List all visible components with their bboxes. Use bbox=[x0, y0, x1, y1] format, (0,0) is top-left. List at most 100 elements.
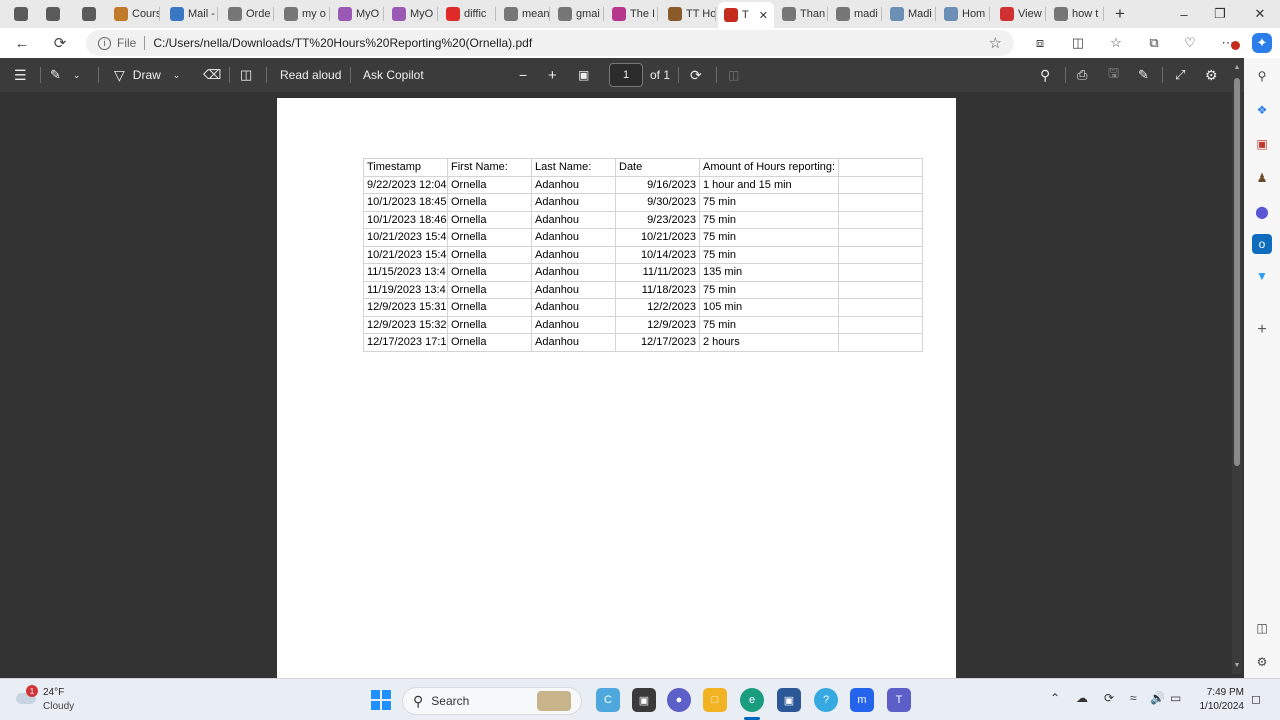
sidebar-add-icon[interactable]: + bbox=[1252, 320, 1272, 340]
split-screen-icon[interactable]: ◫ bbox=[1068, 33, 1088, 53]
rotate-icon[interactable]: ⟳ bbox=[690, 58, 702, 92]
browser-tab[interactable]: T ✕ bbox=[718, 2, 774, 28]
sidebar-hide-icon[interactable]: ◫ bbox=[1252, 618, 1272, 638]
two-page-icon[interactable]: ◫ bbox=[728, 58, 739, 92]
sync-icon[interactable]: ⟳ bbox=[1104, 691, 1114, 705]
task-view-icon[interactable]: ▣ bbox=[632, 688, 656, 712]
battery-icon[interactable]: ▭ bbox=[1170, 691, 1181, 705]
table-header-cell: Last Name: bbox=[531, 158, 616, 177]
browser-tab[interactable] bbox=[8, 3, 28, 25]
url-text[interactable]: C:/Users/nella/Downloads/TT%20Hours%20Re… bbox=[153, 36, 532, 50]
browser-tab[interactable]: gmai bbox=[552, 3, 604, 25]
back-button[interactable]: ← bbox=[10, 32, 34, 54]
extensions-icon[interactable]: ⧈ bbox=[1030, 33, 1050, 53]
collections-icon[interactable]: ⧉ bbox=[1144, 33, 1164, 53]
browser-tab[interactable]: Orde bbox=[222, 3, 274, 25]
settings-more-icon[interactable]: ⋯ bbox=[1218, 33, 1240, 53]
browser-tab[interactable]: Cours bbox=[108, 3, 160, 25]
copilot-icon[interactable]: ✦ bbox=[1252, 33, 1272, 53]
tab-divider bbox=[715, 7, 716, 21]
info-icon[interactable]: i bbox=[98, 36, 111, 50]
vertical-scrollbar[interactable]: ▲ ▼ bbox=[1232, 62, 1242, 674]
pdf-viewer[interactable]: Timestamp First Name: Last Name: Date Amount… bbox=[0, 92, 1244, 678]
scroll-up-icon[interactable]: ▲ bbox=[1232, 64, 1242, 74]
browser-tab[interactable]: diffic bbox=[440, 3, 496, 25]
sidebar-tools-icon[interactable]: ▣ bbox=[1252, 134, 1272, 154]
zoom-in-icon[interactable]: + bbox=[548, 58, 557, 92]
favorite-star-icon[interactable]: ☆ bbox=[989, 34, 1002, 52]
browser-tab[interactable]: how t bbox=[1048, 3, 1104, 25]
sidebar-games-icon[interactable]: ♟ bbox=[1252, 168, 1272, 188]
page-number-input[interactable]: 1 bbox=[609, 63, 643, 87]
pdf-settings-icon[interactable]: ⚙ bbox=[1205, 58, 1218, 92]
notifications-icon[interactable]: ◻ bbox=[1251, 692, 1261, 706]
clock-date[interactable]: 1/10/2024 bbox=[1196, 701, 1245, 712]
contents-icon[interactable]: ☰ bbox=[14, 58, 27, 92]
browser-essentials-icon[interactable]: ♡ bbox=[1180, 33, 1200, 53]
sidebar-shopping-icon[interactable]: ❖ bbox=[1252, 100, 1272, 120]
mcafee-icon[interactable]: m bbox=[850, 688, 874, 712]
fullscreen-icon[interactable]: ⤢ bbox=[1175, 58, 1185, 92]
scroll-down-icon[interactable]: ▼ bbox=[1232, 662, 1242, 672]
clock-time[interactable]: 7:49 PM bbox=[1196, 687, 1244, 698]
browser-tab[interactable] bbox=[40, 3, 64, 25]
read-aloud-button[interactable]: Read aloud bbox=[280, 58, 341, 92]
wifi-icon[interactable]: ≈ bbox=[1130, 691, 1137, 705]
save-icon[interactable]: 🖫 bbox=[1108, 58, 1119, 92]
close-window-icon[interactable]: ✕ bbox=[1242, 0, 1278, 28]
tab-label: Cours bbox=[132, 8, 160, 20]
zoom-out-icon[interactable]: − bbox=[519, 58, 527, 92]
browser-tab[interactable]: View bbox=[994, 3, 1046, 25]
table-cell: Adanhou bbox=[531, 245, 616, 264]
address-bar[interactable]: i File C:/Users/nella/Downloads/TT%20Hou… bbox=[86, 30, 1014, 56]
browser-tab[interactable]: The I bbox=[606, 3, 658, 25]
browser-tab[interactable]: mean bbox=[498, 3, 550, 25]
scroll-thumb[interactable] bbox=[1234, 78, 1240, 466]
show-hidden-icons[interactable]: ⌃ bbox=[1050, 691, 1060, 705]
divider bbox=[98, 67, 99, 83]
refresh-button[interactable]: ⟳ bbox=[48, 32, 72, 54]
ask-copilot-button[interactable]: Ask Copilot bbox=[363, 58, 424, 92]
chat-icon[interactable]: ● bbox=[667, 688, 691, 712]
new-tab-icon[interactable]: + bbox=[1102, 0, 1138, 28]
browser-tab[interactable]: MyO bbox=[386, 3, 438, 25]
find-icon[interactable]: ⚲ bbox=[1040, 58, 1050, 92]
print-icon[interactable]: ⎙ bbox=[1077, 58, 1087, 92]
start-button[interactable] bbox=[369, 688, 393, 712]
browser-tab[interactable]: my o bbox=[278, 3, 330, 25]
favorites-icon[interactable]: ☆ bbox=[1106, 33, 1126, 53]
copilot-app-icon[interactable]: C bbox=[596, 688, 620, 712]
sidebar-m365-icon[interactable]: ⬤ bbox=[1252, 202, 1272, 222]
sidebar-search-icon[interactable]: ⚲ bbox=[1252, 66, 1272, 86]
browser-tab[interactable]: madi bbox=[830, 3, 882, 25]
sidebar-outlook-icon[interactable]: o bbox=[1252, 234, 1272, 254]
browser-tab[interactable] bbox=[76, 3, 100, 25]
file-explorer-icon[interactable]: □ bbox=[703, 688, 727, 712]
table-cell: 75 min bbox=[698, 280, 840, 299]
edge-app-icon[interactable]: e bbox=[740, 688, 764, 712]
browser-tab[interactable]: MyO bbox=[332, 3, 384, 25]
browser-tab[interactable]: TT Ho bbox=[662, 3, 716, 25]
minimize-icon[interactable]: – bbox=[1166, 0, 1202, 28]
maximize-icon[interactable]: ❐ bbox=[1202, 0, 1238, 28]
page-view-icon[interactable]: ◫ bbox=[240, 58, 252, 92]
browser-tab[interactable]: Mail - bbox=[164, 3, 218, 25]
fit-page-icon[interactable]: ▣ bbox=[578, 58, 589, 92]
highlight-button[interactable]: ✎ ⌄ bbox=[50, 58, 80, 92]
browser-tab[interactable]: Hom bbox=[938, 3, 990, 25]
onedrive-icon[interactable]: ☁ bbox=[1076, 691, 1088, 705]
sidebar-settings-icon[interactable]: ⚙ bbox=[1252, 652, 1272, 672]
weather-widget[interactable]: 1 bbox=[16, 685, 38, 705]
sidebar-drop-icon[interactable]: ▼ bbox=[1252, 266, 1272, 286]
taskbar-search[interactable]: ⚲ Search bbox=[402, 687, 582, 715]
close-tab-icon[interactable]: ✕ bbox=[759, 9, 768, 22]
volume-icon[interactable]: 🔊 bbox=[1150, 691, 1165, 705]
draw-button[interactable]: ▽ Draw ⌄ bbox=[114, 58, 180, 92]
save-as-icon[interactable]: ✎ bbox=[1138, 58, 1149, 92]
store-icon[interactable]: ▣ bbox=[777, 688, 801, 712]
browser-tab[interactable]: Madi bbox=[884, 3, 936, 25]
browser-tab[interactable]: Than bbox=[776, 3, 828, 25]
help-icon[interactable]: ? bbox=[814, 688, 838, 712]
teams-icon[interactable]: T bbox=[887, 688, 911, 712]
eraser-icon[interactable]: ⌫ bbox=[203, 58, 221, 92]
